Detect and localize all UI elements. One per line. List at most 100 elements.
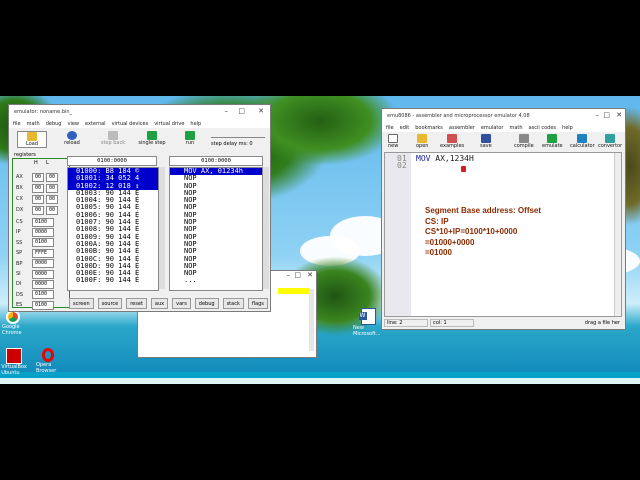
reload-label: reload bbox=[64, 140, 80, 146]
memory-list[interactable]: 01000: B8 184 © 01001: 34 052 4 01002: 12 … bbox=[67, 167, 159, 291]
code-editor[interactable]: 01 02 MOV AX,1234H Segment Base address:… bbox=[384, 152, 622, 317]
disassembly-scrollbar[interactable] bbox=[263, 167, 269, 289]
note-line: CS*10+IP=0100*10+0000 bbox=[425, 227, 518, 236]
close-icon[interactable]: ✕ bbox=[307, 271, 313, 279]
screen-button[interactable]: screen bbox=[69, 298, 94, 309]
background-window-highlight bbox=[278, 288, 310, 294]
menu-view[interactable]: view bbox=[67, 121, 79, 127]
minimize-icon[interactable]: – bbox=[596, 111, 600, 119]
menu-virtual-drive[interactable]: virtual drive bbox=[154, 121, 184, 127]
register-value[interactable]: 0000 bbox=[32, 259, 54, 269]
notes: Segment Base address: Offset CS: IP CS*1… bbox=[425, 206, 541, 259]
reload-button[interactable]: reload bbox=[59, 131, 85, 146]
emulator-menubar: file math debug view external virtual de… bbox=[9, 119, 270, 128]
menu-emulator[interactable]: emulator bbox=[481, 125, 504, 131]
menu-edit[interactable]: edit bbox=[400, 125, 410, 131]
register-value[interactable]: 0000 bbox=[32, 269, 54, 279]
register-value[interactable]: 0000 bbox=[32, 279, 54, 289]
status-column: col: 1 bbox=[430, 318, 474, 327]
close-icon[interactable]: ✕ bbox=[258, 107, 264, 115]
load-button[interactable]: Load bbox=[17, 131, 47, 148]
register-high-value[interactable]: 00 bbox=[32, 205, 45, 215]
editor-window[interactable]: emu8086 - assembler and microprocessor e… bbox=[381, 108, 626, 330]
editor-scrollbar[interactable] bbox=[614, 153, 621, 316]
register-value[interactable]: FFFE bbox=[32, 248, 54, 258]
maximize-icon[interactable]: □ bbox=[238, 107, 245, 115]
maximize-icon[interactable]: □ bbox=[294, 271, 301, 279]
desktop-icon-opera[interactable]: Opera Browser bbox=[36, 348, 60, 374]
emulator-titlebar[interactable]: emulator: noname.bin_ – □ ✕ bbox=[9, 105, 270, 119]
memory-scrollbar[interactable] bbox=[159, 167, 165, 289]
disassembly-address-box[interactable]: 0100:0000 bbox=[169, 156, 263, 166]
run-icon bbox=[185, 131, 195, 140]
reset-button[interactable]: reset bbox=[126, 298, 147, 309]
editor-titlebar[interactable]: emu8086 - assembler and microprocessor e… bbox=[382, 109, 625, 123]
word-document-icon: W bbox=[358, 308, 376, 325]
register-low-value[interactable]: 00 bbox=[46, 205, 59, 215]
desktop-icon-chrome[interactable]: Google Chrome bbox=[2, 310, 24, 336]
calculator-button[interactable]: calculator bbox=[570, 134, 595, 149]
memory-row[interactable]: 0100F: 90 144 É bbox=[68, 277, 158, 285]
register-value[interactable]: 0100 bbox=[32, 217, 54, 227]
step-back-label: step back bbox=[100, 140, 126, 146]
code-line[interactable]: MOV AX,1234H bbox=[416, 154, 474, 163]
minimize-icon[interactable]: – bbox=[287, 271, 291, 279]
menu-file[interactable]: file bbox=[386, 125, 394, 131]
register-high-value[interactable]: 00 bbox=[32, 172, 45, 182]
new-label: new bbox=[388, 143, 399, 149]
menu-ascii-codes[interactable]: ascii codes bbox=[529, 125, 556, 131]
menu-help[interactable]: help bbox=[562, 125, 573, 131]
debug-button[interactable]: debug bbox=[194, 298, 219, 309]
emulator-window[interactable]: emulator: noname.bin_ – □ ✕ file math de… bbox=[8, 104, 271, 312]
disassembly-list[interactable]: MOV AX, 01234h NOP NOP NOP NOP NOP NOP NOP NOP NO… bbox=[169, 167, 263, 291]
menu-file[interactable]: file bbox=[13, 121, 21, 127]
register-value[interactable]: 0100 bbox=[32, 238, 54, 248]
disassembly-row[interactable]: ... bbox=[170, 277, 262, 285]
register-value[interactable]: 0100 bbox=[32, 290, 54, 300]
menu-math[interactable]: math bbox=[510, 125, 523, 131]
menu-help[interactable]: help bbox=[190, 121, 201, 127]
aux-button[interactable]: aux bbox=[150, 298, 169, 309]
desktop-icon-label: VirtualBox Ubuntu bbox=[1, 364, 27, 376]
run-button[interactable]: run bbox=[179, 131, 201, 146]
note-line: CS: IP bbox=[425, 216, 449, 226]
calculator-icon bbox=[577, 134, 588, 143]
step-delay-slider[interactable] bbox=[211, 131, 265, 138]
memory-address-box[interactable]: 0100:0000 bbox=[67, 156, 157, 166]
register-high-value[interactable]: 00 bbox=[32, 194, 45, 204]
flags-button[interactable]: flags bbox=[247, 298, 268, 309]
menu-assembler[interactable]: assembler bbox=[449, 125, 475, 131]
register-value[interactable]: 0000 bbox=[32, 227, 54, 237]
step-back-button[interactable]: step back bbox=[97, 131, 129, 146]
minimize-icon[interactable]: – bbox=[225, 107, 229, 115]
register-low-value[interactable]: 00 bbox=[46, 183, 59, 193]
menu-debug[interactable]: debug bbox=[46, 121, 62, 127]
open-button[interactable]: open bbox=[416, 134, 428, 149]
stack-button[interactable]: stack bbox=[222, 298, 244, 309]
register-low-value[interactable]: 00 bbox=[46, 194, 59, 204]
register-high-value[interactable]: 00 bbox=[32, 183, 45, 193]
code-operand: AX,1234H bbox=[435, 154, 474, 163]
emulate-icon bbox=[547, 134, 558, 143]
menu-bookmarks[interactable]: bookmarks bbox=[415, 125, 443, 131]
single-step-button[interactable]: single step bbox=[135, 131, 169, 146]
maximize-icon[interactable]: □ bbox=[603, 111, 610, 119]
register-value[interactable]: 0100 bbox=[32, 300, 54, 310]
emulate-button[interactable]: emulate bbox=[542, 134, 563, 149]
compile-button[interactable]: compile bbox=[514, 134, 534, 149]
menu-virtual-devices[interactable]: virtual devices bbox=[112, 121, 149, 127]
background-window-scrollbar[interactable] bbox=[309, 289, 314, 351]
examples-button[interactable]: examples bbox=[440, 134, 464, 149]
vars-button[interactable]: vars bbox=[172, 298, 191, 309]
source-button[interactable]: source bbox=[97, 298, 123, 309]
new-button[interactable]: new bbox=[388, 134, 398, 149]
menu-external[interactable]: external bbox=[85, 121, 106, 127]
close-icon[interactable]: ✕ bbox=[616, 111, 622, 119]
desktop-icon-virtualbox[interactable]: VirtualBox Ubuntu bbox=[1, 348, 27, 376]
save-button[interactable]: save bbox=[480, 134, 492, 149]
desktop-icon-word-doc[interactable]: W New Microsoft... bbox=[353, 308, 383, 337]
menu-math[interactable]: math bbox=[27, 121, 40, 127]
register-low-value[interactable]: 00 bbox=[46, 172, 59, 182]
convertor-button[interactable]: convertor bbox=[598, 134, 622, 149]
register-name: DI bbox=[16, 281, 22, 288]
